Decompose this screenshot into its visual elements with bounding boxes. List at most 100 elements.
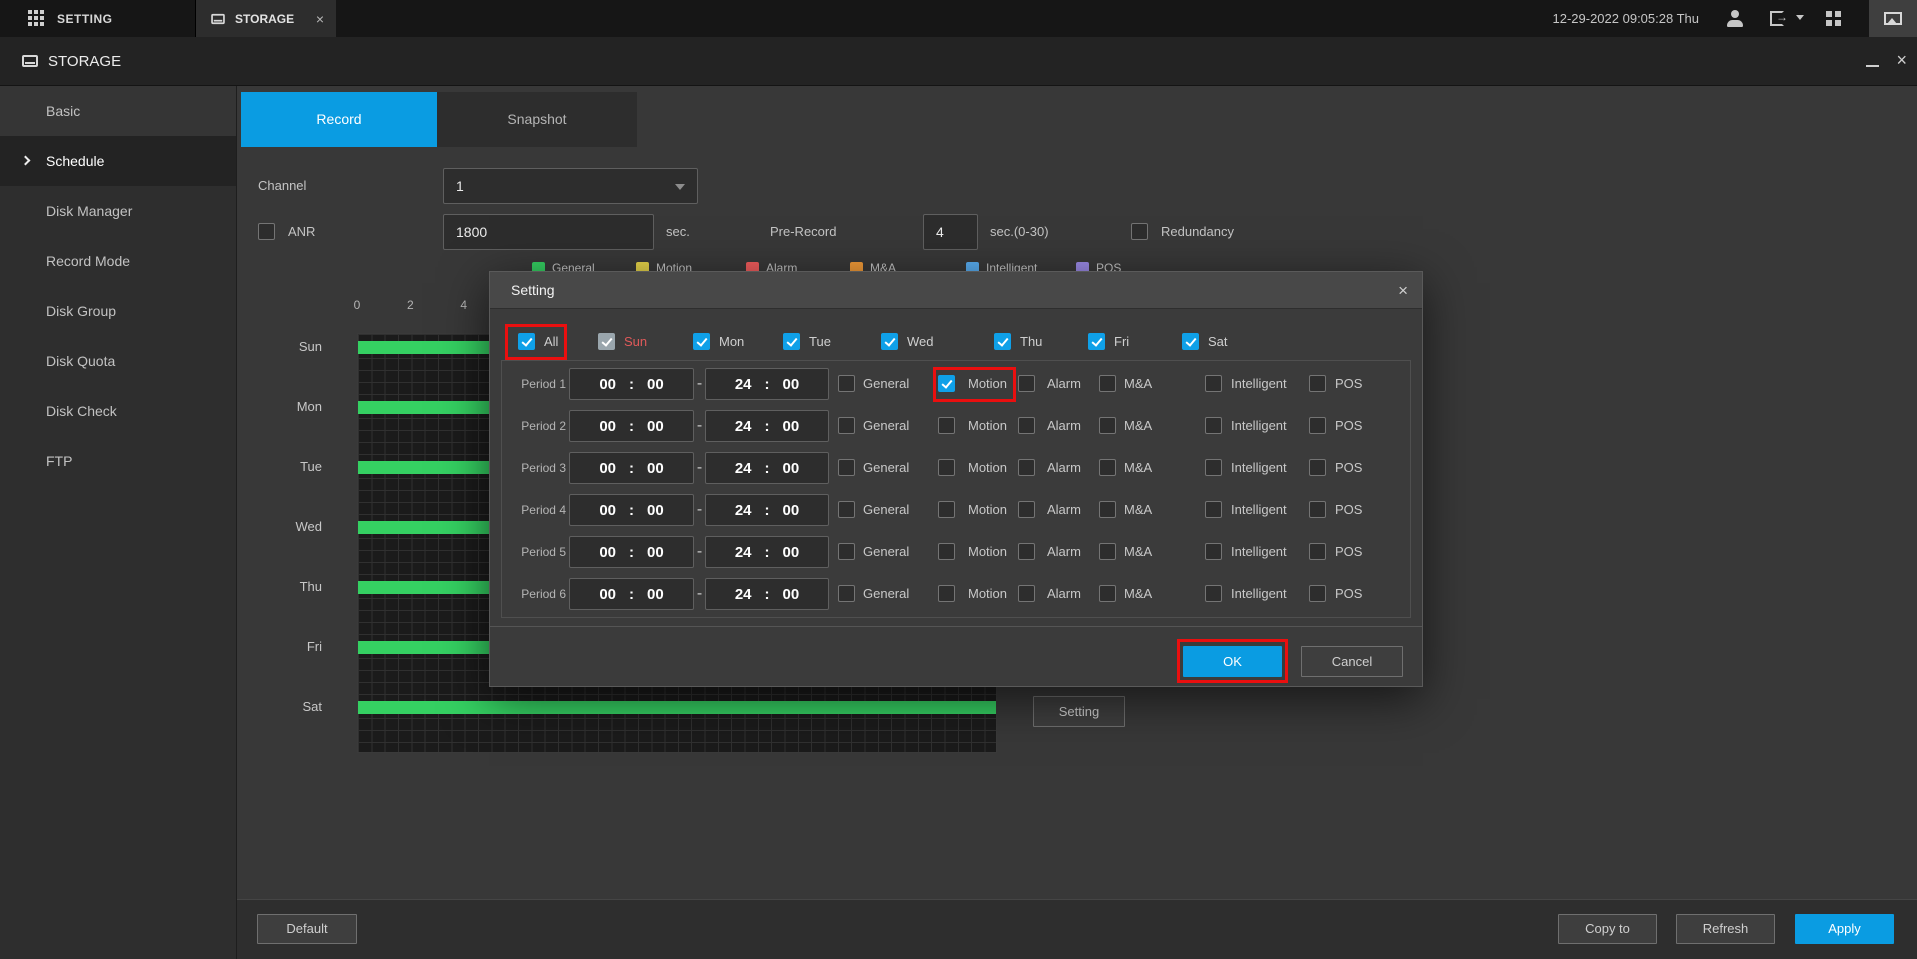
period-5-alarm-checkbox[interactable] xyxy=(1018,543,1035,560)
sidebar-item-disk-quota[interactable]: Disk Quota xyxy=(0,336,236,386)
default-button[interactable]: Default xyxy=(257,914,357,944)
time-hour-value: 24 xyxy=(735,461,752,476)
period-1-m-a-checkbox[interactable] xyxy=(1099,375,1116,392)
user-icon[interactable] xyxy=(1727,10,1743,27)
period-4-end-time-input[interactable]: 24:00 xyxy=(705,494,829,526)
period-2-pos-checkbox[interactable] xyxy=(1309,417,1326,434)
period-1-intelligent-checkbox[interactable] xyxy=(1205,375,1222,392)
anr-label: ANR xyxy=(288,224,315,240)
storage-window-tab[interactable]: STORAGE × xyxy=(196,0,336,37)
mon-day-checkbox[interactable] xyxy=(693,333,710,350)
chevron-right-icon xyxy=(21,156,31,166)
time-hour-value: 00 xyxy=(599,377,616,392)
tab-snapshot[interactable]: Snapshot xyxy=(437,92,637,147)
period-2-intelligent-checkbox[interactable] xyxy=(1205,417,1222,434)
sidebar-item-disk-check[interactable]: Disk Check xyxy=(0,386,236,436)
sidebar-item-disk-manager[interactable]: Disk Manager xyxy=(0,186,236,236)
schedule-setting-button[interactable]: Setting xyxy=(1033,696,1125,727)
close-icon[interactable]: × xyxy=(1896,37,1907,84)
period-6-intelligent-checkbox[interactable] xyxy=(1205,585,1222,602)
period-4-start-time-input[interactable]: 00:00 xyxy=(569,494,694,526)
period-5-general-checkbox[interactable] xyxy=(838,543,855,560)
all-day-checkbox[interactable] xyxy=(518,333,535,350)
period-6-general-checkbox[interactable] xyxy=(838,585,855,602)
period-3-intelligent-checkbox[interactable] xyxy=(1205,459,1222,476)
thu-day-checkbox[interactable] xyxy=(994,333,1011,350)
devices-grid-icon[interactable] xyxy=(1826,11,1832,17)
period-1-alarm-checkbox[interactable] xyxy=(1018,375,1035,392)
period-3-pos-checkbox[interactable] xyxy=(1309,459,1326,476)
sat-day-checkbox[interactable] xyxy=(1182,333,1199,350)
period-3-motion-checkbox[interactable] xyxy=(938,459,955,476)
period-2-m-a-checkbox[interactable] xyxy=(1099,417,1116,434)
setting-menu-tab[interactable]: SETTING xyxy=(0,0,196,37)
period-5-pos-checkbox[interactable] xyxy=(1309,543,1326,560)
period-2-motion-checkbox[interactable] xyxy=(938,417,955,434)
caret-down-icon[interactable] xyxy=(1796,15,1804,20)
period-2-start-time-input[interactable]: 00:00 xyxy=(569,410,694,442)
sidebar-item-record-mode[interactable]: Record Mode xyxy=(0,236,236,286)
period-2-end-time-input[interactable]: 24:00 xyxy=(705,410,829,442)
sidebar-item-basic[interactable]: Basic xyxy=(0,86,236,136)
copy-to-button[interactable]: Copy to xyxy=(1558,914,1657,944)
period-5-motion-checkbox[interactable] xyxy=(938,543,955,560)
sidebar: BasicScheduleDisk ManagerRecord ModeDisk… xyxy=(0,86,237,959)
period-4-motion-checkbox[interactable] xyxy=(938,501,955,518)
period-4-m-a-checkbox[interactable] xyxy=(1099,501,1116,518)
period-5-m-a-checkbox[interactable] xyxy=(1099,543,1116,560)
period-5-intelligent-checkbox[interactable] xyxy=(1205,543,1222,560)
period-4-alarm-checkbox[interactable] xyxy=(1018,501,1035,518)
dialog-divider xyxy=(490,626,1422,627)
period-4-intelligent-checkbox[interactable] xyxy=(1205,501,1222,518)
period-6-motion-checkbox[interactable] xyxy=(938,585,955,602)
logout-icon[interactable] xyxy=(1770,11,1784,26)
period-1-motion-checkbox[interactable] xyxy=(938,375,955,392)
period-4-pos-checkbox[interactable] xyxy=(1309,501,1326,518)
period-1-end-time-input[interactable]: 24:00 xyxy=(705,368,829,400)
period-1-general-checkbox[interactable] xyxy=(838,375,855,392)
redundancy-checkbox[interactable] xyxy=(1131,223,1148,240)
period-2-alarm-checkbox[interactable] xyxy=(1018,417,1035,434)
general-option-label: General xyxy=(863,578,909,610)
tab-record[interactable]: Record xyxy=(241,92,437,147)
period-3-general-checkbox[interactable] xyxy=(838,459,855,476)
period-6-pos-checkbox[interactable] xyxy=(1309,585,1326,602)
motion-option-label: Motion xyxy=(968,410,1007,442)
period-6-start-time-input[interactable]: 00:00 xyxy=(569,578,694,610)
sidebar-item-disk-group[interactable]: Disk Group xyxy=(0,286,236,336)
sidebar-item-schedule[interactable]: Schedule xyxy=(0,136,236,186)
sidebar-item-ftp[interactable]: FTP xyxy=(0,436,236,486)
ok-button[interactable]: OK xyxy=(1183,646,1282,677)
period-5-start-time-input[interactable]: 00:00 xyxy=(569,536,694,568)
anr-input[interactable]: 1800 xyxy=(443,214,654,250)
period-6-end-time-input[interactable]: 24:00 xyxy=(705,578,829,610)
anr-checkbox[interactable] xyxy=(258,223,275,240)
dialog-close-icon[interactable]: × xyxy=(1398,272,1408,309)
minimize-icon[interactable] xyxy=(1866,65,1879,67)
time-hour-value: 00 xyxy=(599,545,616,560)
channel-select[interactable]: 1 xyxy=(443,168,698,204)
period-5-end-time-input[interactable]: 24:00 xyxy=(705,536,829,568)
period-6-alarm-checkbox[interactable] xyxy=(1018,585,1035,602)
fri-day-checkbox[interactable] xyxy=(1088,333,1105,350)
period-3-alarm-checkbox[interactable] xyxy=(1018,459,1035,476)
tue-day-checkbox[interactable] xyxy=(783,333,800,350)
period-1-start-time-input[interactable]: 00:00 xyxy=(569,368,694,400)
cancel-button[interactable]: Cancel xyxy=(1301,646,1403,677)
period-3-end-time-input[interactable]: 24:00 xyxy=(705,452,829,484)
period-2-general-checkbox[interactable] xyxy=(838,417,855,434)
period-1-pos-checkbox[interactable] xyxy=(1309,375,1326,392)
close-tab-icon[interactable]: × xyxy=(316,12,324,26)
period-6-m-a-checkbox[interactable] xyxy=(1099,585,1116,602)
period-4-general-checkbox[interactable] xyxy=(838,501,855,518)
wed-day-label: Wed xyxy=(907,333,934,351)
period-3-m-a-checkbox[interactable] xyxy=(1099,459,1116,476)
wed-day-checkbox[interactable] xyxy=(881,333,898,350)
pre-record-input[interactable]: 4 xyxy=(923,214,978,250)
sun-day-label: Sun xyxy=(624,333,647,351)
display-output-button[interactable] xyxy=(1869,0,1917,37)
refresh-button[interactable]: Refresh xyxy=(1676,914,1775,944)
period-label: Period 2 xyxy=(508,410,566,442)
period-3-start-time-input[interactable]: 00:00 xyxy=(569,452,694,484)
apply-button[interactable]: Apply xyxy=(1795,914,1894,944)
